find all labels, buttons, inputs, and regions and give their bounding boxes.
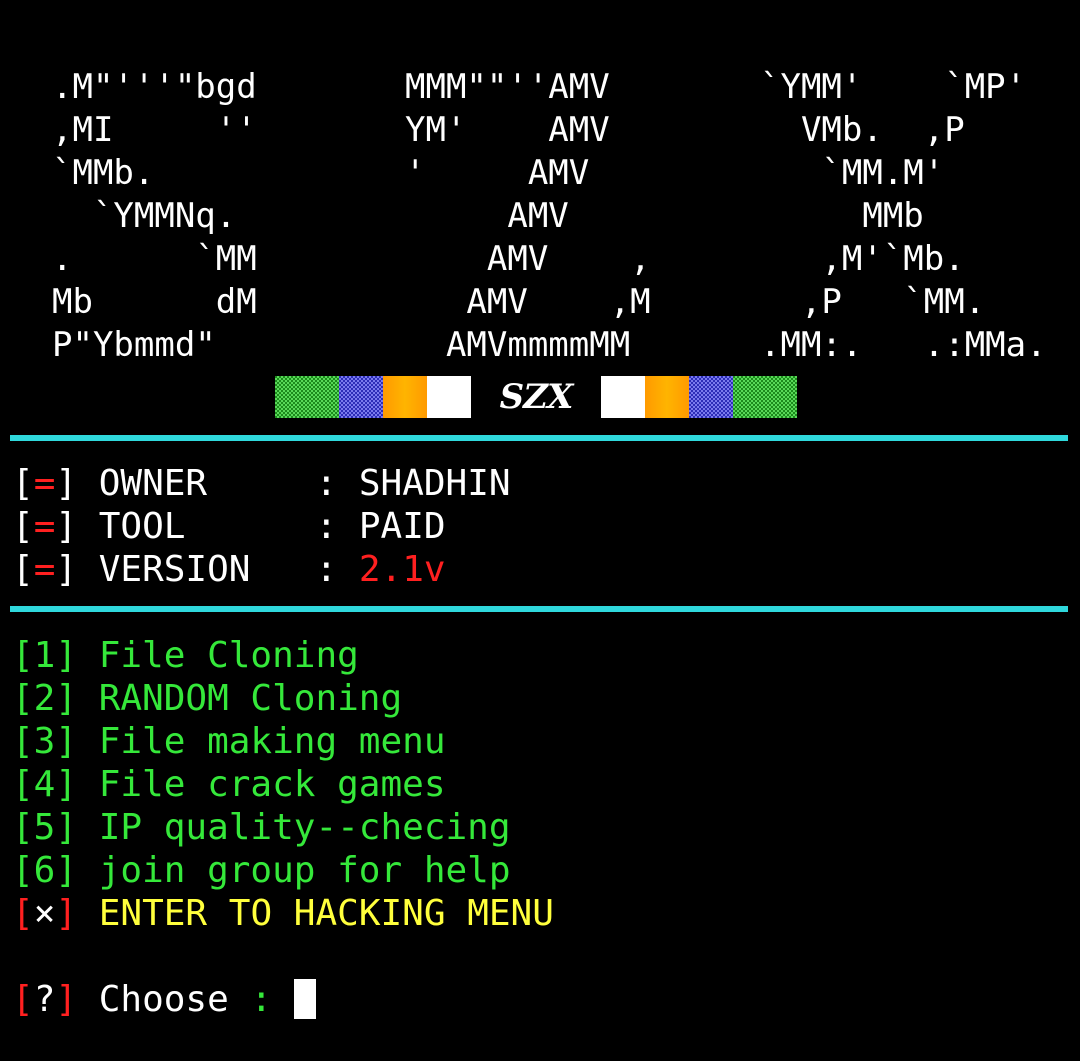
green-block [733, 376, 797, 418]
menu-item-hacking-menu[interactable]: [×] ENTER TO HACKING MENU [12, 892, 554, 935]
info-owner: [=] OWNER : SHADHIN [12, 463, 511, 504]
info-version-label: VERSION [77, 549, 294, 590]
divider-top [10, 435, 1068, 441]
text-cursor[interactable] [293, 979, 316, 1019]
menu-item-file-making[interactable]: [3] File making menu [12, 720, 446, 763]
menu-item-file-cloning[interactable]: [1] File Cloning [12, 634, 359, 677]
menu-item-file-crack-games[interactable]: [4] File crack games [12, 763, 446, 806]
info-tool-value: PAID [358, 506, 446, 547]
logo-banner: SZX [275, 376, 797, 418]
menu-item-join-group[interactable]: [6] join group for help [12, 849, 511, 892]
white-block [601, 376, 645, 418]
divider-bottom [10, 606, 1068, 612]
info-tool: [=] TOOL : PAID [12, 506, 446, 547]
ascii-art-letter-z: MMM""''AMV YM' AMV ' AMV AMV AMV , AMV ,… [405, 67, 651, 365]
orange-block [645, 376, 689, 418]
orange-block [383, 376, 427, 418]
ascii-art-letter-s: .M"'''"bgd ,MI '' `MMb. `YMMNq. . `MM Mb… [52, 67, 257, 365]
info-version-value: 2.1v [358, 549, 446, 590]
blue-block [689, 376, 733, 418]
green-block [275, 376, 339, 418]
prompt-label: Choose [77, 979, 229, 1020]
info-tool-label: TOOL [77, 506, 294, 547]
choose-prompt[interactable]: [?] Choose : [12, 978, 316, 1021]
blue-block [339, 376, 383, 418]
terminal-window: .M"'''"bgd ,MI '' `MMb. `YMMNq. . `MM Mb… [0, 0, 1080, 1061]
white-block [427, 376, 471, 418]
menu-item-random-cloning[interactable]: [2] RANDOM Cloning [12, 677, 402, 720]
info-owner-value: SHADHIN [358, 463, 511, 504]
ascii-art-letter-x: `YMM' `MP' VMb. ,P `MM.M' MMb ,M'`Mb. ,P… [760, 67, 1047, 365]
info-version: [=] VERSION : 2.1v [12, 549, 446, 590]
logo-text: SZX [499, 377, 574, 417]
info-owner-label: OWNER [77, 463, 294, 504]
menu-item-ip-quality[interactable]: [5] IP quality--checing [12, 806, 511, 849]
